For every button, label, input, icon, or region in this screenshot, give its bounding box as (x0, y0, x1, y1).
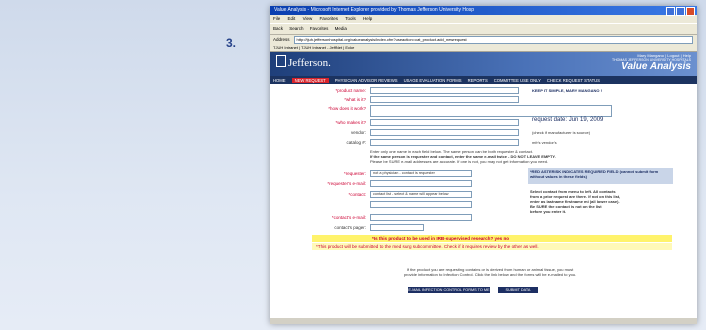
nav-new-request[interactable]: NEW REQUEST (291, 77, 329, 83)
submit-data-button[interactable]: SUBMIT DATA (498, 287, 538, 293)
maximize-icon[interactable] (676, 7, 685, 16)
how-work-textarea[interactable] (370, 105, 612, 117)
keep-simple-note: KEEP IT SIMPLE, MARY MANGANO ! (532, 88, 602, 93)
jefferson-logo: Jefferson. (276, 55, 331, 69)
minimize-icon[interactable] (666, 7, 675, 16)
product-name-label: *product name: (335, 88, 366, 93)
check-mfr-note: (check if manufacturer is source) (532, 130, 591, 135)
menu-bar: File Edit View Favorites Tools Help (270, 15, 697, 23)
new-request-form: *product name: KEEP IT SIMPLE, MARY MANG… (270, 84, 697, 323)
requester-email-label: *requester's e-mail: (327, 181, 366, 186)
subcommittee-question[interactable]: *This product will be submitted to the m… (312, 243, 672, 250)
email-infection-forms-button[interactable]: E-MAIL INFECTION CONTROL FORMS TO ME (408, 287, 490, 293)
app-header: Jefferson. Mary Mangano | Logout | Help … (270, 52, 697, 76)
menu-edit[interactable]: Edit (288, 16, 296, 21)
shield-icon (276, 55, 286, 67)
contact-pager-input[interactable] (370, 224, 424, 231)
instructions-line-3: Please be SURE e-mail addresses are accu… (370, 159, 549, 164)
search-button[interactable]: Search (289, 26, 303, 31)
red-asterisk-note: *RED ASTERISK INDICATES REQUIRED FIELD (… (530, 169, 659, 179)
menu-view[interactable]: View (303, 16, 313, 21)
browser-screenshot: Value Analysis - Microsoft Internet Expl… (270, 6, 697, 324)
who-makes-label: *who makes it? (335, 120, 366, 125)
main-nav: HOME NEW REQUEST PHYSICIAN ADVISOR REVIE… (270, 76, 697, 84)
what-is-it-label: *what is it? (344, 97, 366, 102)
nav-usage-forms[interactable]: USAGE EVALUATION FORMS (404, 78, 462, 83)
contact-pager-label: contact's pager: (334, 225, 366, 230)
contact-email-label: *contact's e-mail: (331, 215, 366, 220)
close-icon[interactable] (686, 7, 695, 16)
contact-email-input[interactable] (370, 214, 472, 221)
logo-text: Jefferson. (288, 57, 331, 69)
nav-reports[interactable]: REPORTS (468, 78, 488, 83)
address-bar: Address http://tjuh.jeffersonhospital.or… (270, 35, 697, 44)
browser-toolbar: Back Search Favorites Media (270, 23, 697, 35)
window-titlebar: Value Analysis - Microsoft Internet Expl… (270, 6, 697, 16)
request-date: request date: Jun 19, 2009 (532, 117, 604, 123)
product-name-input[interactable] (370, 87, 519, 94)
nav-physician-reviews[interactable]: PHYSICIAN ADVISOR REVIEWS (335, 78, 398, 83)
irb-question[interactable]: *Is this product to be used in IRB-super… (312, 235, 672, 242)
nav-committee[interactable]: COMMITTEE USE ONLY (494, 78, 541, 83)
who-makes-input[interactable] (370, 119, 519, 126)
what-is-it-input[interactable] (370, 96, 519, 103)
menu-help[interactable]: Help (363, 16, 372, 21)
links-bar: TJUH Intranet | TJUH Intranet - JeffNet … (270, 44, 697, 52)
infection-text-2: provide information to Infection Control… (403, 272, 577, 277)
favorites-button[interactable]: Favorites (310, 26, 329, 31)
contact-select[interactable]: contact list - select & name will appear… (370, 191, 472, 198)
status-bar (270, 317, 697, 324)
media-button[interactable]: Media (335, 26, 347, 31)
vendor-label: vendor: (350, 130, 366, 135)
address-label: Address (273, 37, 290, 42)
nav-check-status[interactable]: CHECK REQUEST STATUS (547, 78, 600, 83)
requester-label: *requester: (343, 171, 366, 176)
requester-select[interactable]: not a physician - contact is requester (370, 170, 472, 177)
back-button[interactable]: Back (273, 26, 283, 31)
app-title: Value Analysis (621, 61, 691, 72)
select-contact-line-5: before you enter it. (530, 209, 567, 214)
menu-tools[interactable]: Tools (345, 16, 356, 21)
contact-label: *contact: (348, 192, 366, 197)
mfr-vendor-radios[interactable]: mfr's vendor's (532, 140, 557, 145)
catalog-input[interactable] (370, 139, 519, 146)
contact-name-input[interactable] (370, 201, 472, 208)
step-number: 3. (226, 36, 237, 50)
requester-email-input[interactable] (370, 180, 472, 187)
address-input[interactable]: http://tjuh.jeffersonhospital.org/valuea… (293, 35, 693, 44)
how-work-label: *how does it work? (328, 106, 366, 111)
window-title: Value Analysis - Microsoft Internet Expl… (274, 7, 475, 13)
vendor-input[interactable] (370, 129, 519, 136)
menu-file[interactable]: File (273, 16, 280, 21)
catalog-label: catalog #: (346, 140, 366, 145)
nav-home[interactable]: HOME (273, 78, 286, 83)
menu-favorites[interactable]: Favorites (320, 16, 339, 21)
